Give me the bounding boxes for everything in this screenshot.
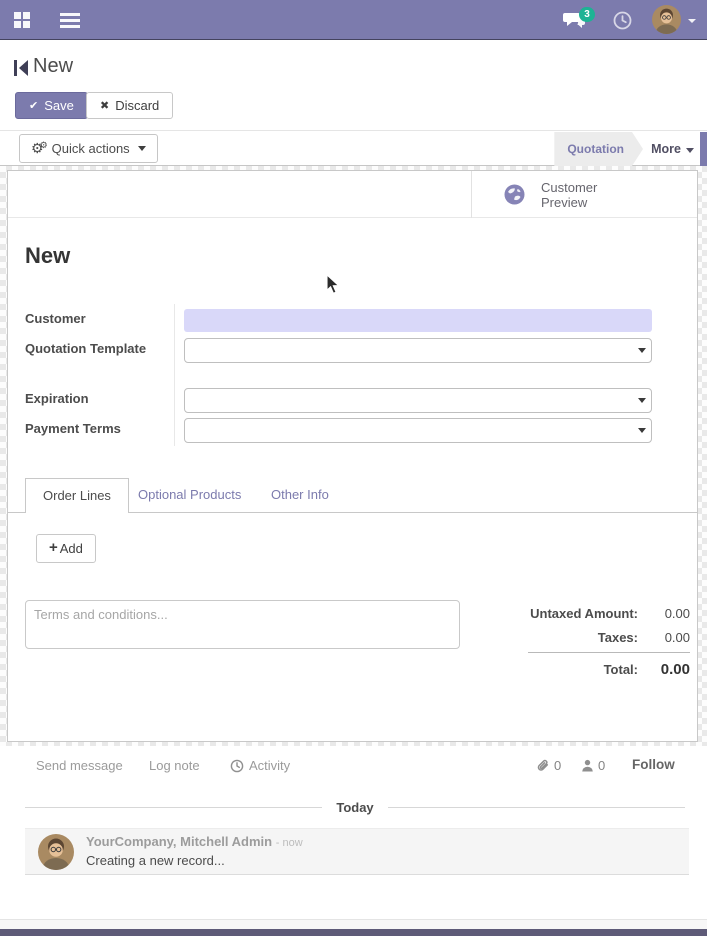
expiration-label: Expiration (25, 391, 170, 406)
taxes-row: Taxes: 0.00 (528, 625, 690, 649)
taxes-value: 0.00 (638, 630, 690, 645)
mouse-cursor (326, 274, 341, 298)
order-totals: Untaxed Amount: 0.00 Taxes: 0.00 Total: … (528, 601, 690, 681)
attachments-counter[interactable]: 0 (536, 758, 561, 773)
stage-current-partial (700, 132, 707, 166)
message-count-badge: 3 (579, 7, 595, 22)
customer-field[interactable] (184, 309, 652, 332)
follow-button[interactable]: Follow (632, 757, 675, 772)
check-icon: ✔ (29, 99, 38, 112)
date-separator: Today (25, 800, 685, 815)
save-button[interactable]: ✔ Save (15, 92, 88, 119)
terms-and-conditions-field[interactable] (25, 600, 460, 649)
untaxed-amount-value: 0.00 (638, 606, 690, 621)
message-author: YourCompany, Mitchell Admin - now (86, 834, 303, 849)
chevron-down-icon (138, 146, 146, 151)
chatter-message: YourCompany, Mitchell Admin - now Creati… (25, 828, 689, 875)
total-row: Total: 0.00 (528, 657, 690, 681)
page-title: New (25, 243, 70, 269)
button-box: Customer Preview (8, 171, 697, 218)
quotation-template-field[interactable] (184, 338, 652, 363)
user-menu-caret-icon[interactable] (688, 19, 696, 23)
message-timestamp: - now (276, 837, 303, 849)
form-sheet: Customer Preview New Customer Quotation … (7, 170, 698, 742)
message-body: Creating a new record... (86, 853, 225, 868)
stage-quotation[interactable]: Quotation (554, 132, 643, 166)
tab-optional-products[interactable]: Optional Products (121, 478, 258, 512)
chevron-down-icon (686, 148, 694, 153)
chevron-down-icon[interactable] (638, 428, 646, 433)
customer-preview-button[interactable]: Customer Preview (472, 171, 697, 218)
close-icon: ✖ (100, 99, 109, 112)
breadcrumb-back-icon[interactable] (14, 60, 28, 79)
quotation-template-label: Quotation Template (25, 341, 170, 356)
divider (174, 304, 175, 446)
top-navbar: 3 (0, 0, 707, 40)
quick-actions-button[interactable]: ⚙⚙ Quick actions (19, 134, 158, 163)
status-toolbar: ⚙⚙ Quick actions Quotation More (0, 130, 707, 166)
plus-icon: + (49, 539, 58, 556)
apps-menu-icon[interactable] (14, 12, 30, 28)
tab-other-info[interactable]: Other Info (254, 478, 346, 512)
add-order-line-button[interactable]: + Add (36, 534, 96, 563)
tab-order-lines[interactable]: Order Lines (25, 478, 129, 513)
expiration-field[interactable] (184, 388, 652, 413)
chevron-down-icon[interactable] (638, 348, 646, 353)
stage-more-button[interactable]: More (651, 132, 694, 166)
message-author-avatar[interactable] (38, 834, 74, 870)
date-separator-label: Today (322, 800, 387, 815)
preview-label-line2: Preview (541, 195, 587, 210)
followers-counter[interactable]: 0 (581, 758, 605, 773)
person-icon (581, 759, 594, 772)
schedule-activity-button[interactable]: Activity (230, 758, 290, 773)
gears-icon: ⚙⚙ (31, 141, 46, 155)
chevron-down-icon[interactable] (638, 398, 646, 403)
send-message-button[interactable]: Send message (36, 758, 123, 773)
hamburger-menu-icon[interactable] (60, 13, 80, 28)
footer-bar (0, 929, 707, 936)
globe-icon (504, 184, 525, 205)
discard-button[interactable]: ✖ Discard (86, 92, 173, 119)
total-value: 0.00 (638, 661, 690, 678)
log-note-button[interactable]: Log note (149, 758, 200, 773)
clock-icon (230, 759, 244, 773)
untaxed-amount-row: Untaxed Amount: 0.00 (528, 601, 690, 625)
activity-clock-icon[interactable] (613, 11, 632, 30)
payment-terms-field[interactable] (184, 418, 652, 443)
payment-terms-label: Payment Terms (25, 421, 170, 436)
divider (528, 652, 690, 653)
breadcrumb: New (33, 55, 73, 78)
paperclip-icon (536, 758, 550, 773)
user-avatar[interactable] (652, 5, 681, 34)
preview-label-line1: Customer (541, 180, 597, 195)
customer-label: Customer (25, 311, 170, 326)
